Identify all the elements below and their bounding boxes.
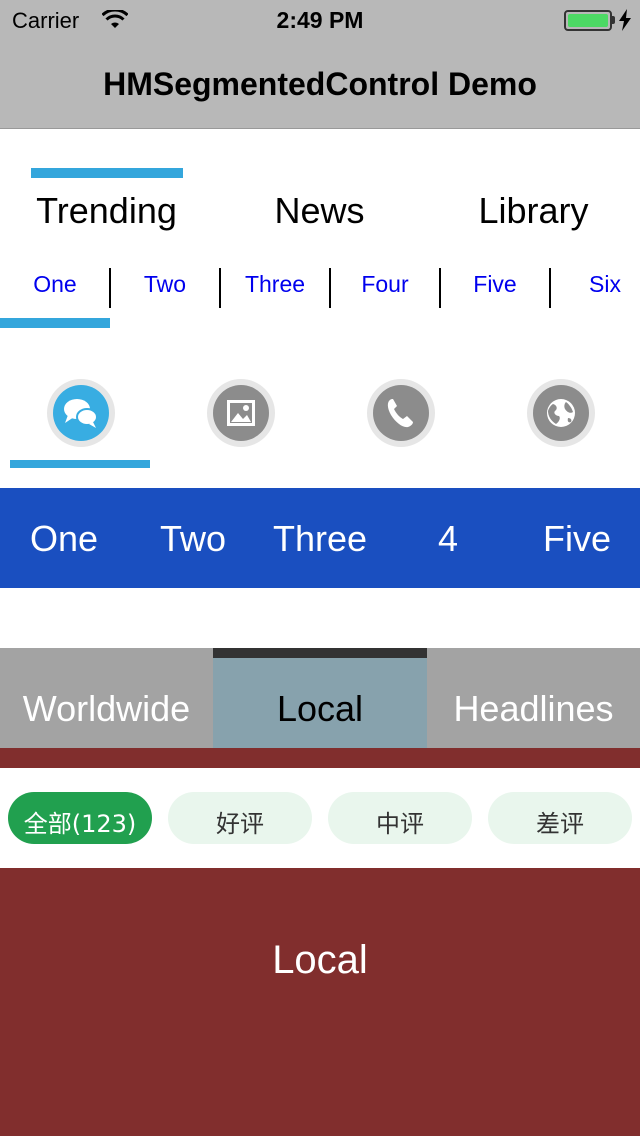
filter-positive-button[interactable]: 好评 (168, 792, 312, 844)
segment-five[interactable]: Five (440, 268, 550, 308)
segment-phone[interactable] (366, 378, 436, 448)
segment-globe[interactable] (526, 378, 596, 448)
navigation-bar: HMSegmentedControl Demo (0, 40, 640, 129)
segment-two[interactable]: Two (110, 268, 220, 308)
segment-one[interactable]: One (0, 518, 128, 559)
filter-all-button[interactable]: 全部(123) (8, 792, 152, 844)
segment-one[interactable]: One (0, 268, 110, 308)
segment-six[interactable]: Six (550, 268, 640, 308)
content-page[interactable]: Local (0, 868, 640, 1136)
filter-negative-button[interactable]: 差评 (488, 792, 632, 844)
segmented-control-gray: Worldwide Local Headlines (0, 648, 640, 748)
page-title: HMSegmentedControl Demo (103, 66, 537, 102)
segmented-control-blue: One Two Three 4 Five (0, 488, 640, 588)
filter-neutral-button[interactable]: 中评 (328, 792, 472, 844)
segment-headlines[interactable]: Headlines (427, 648, 640, 748)
segment5-selection-indicator (213, 648, 427, 658)
segment-three[interactable]: Three (220, 268, 330, 308)
segment-news[interactable]: News (213, 190, 426, 240)
status-bar: Carrier 2:49 PM (0, 0, 640, 40)
page-label: Local (272, 938, 368, 982)
battery-tip (612, 16, 615, 24)
segment-four[interactable]: Four (330, 268, 440, 308)
status-time: 2:49 PM (276, 7, 364, 33)
segment-four[interactable]: 4 (384, 518, 512, 559)
segment3-selection-indicator (10, 460, 150, 468)
segment-chat[interactable] (46, 378, 116, 448)
battery-icon (564, 10, 612, 31)
phone-icon (367, 379, 435, 447)
segment2-selection-indicator (0, 318, 110, 328)
segment-three[interactable]: Three (256, 518, 384, 559)
segment-local[interactable]: Local (213, 648, 427, 748)
segment-library[interactable]: Library (427, 190, 640, 240)
charging-icon (619, 9, 631, 31)
segment-five[interactable]: Five (513, 518, 640, 559)
segment1-selection-indicator (31, 168, 183, 178)
segment-worldwide[interactable]: Worldwide (0, 648, 213, 748)
filter-bar: 全部(123) 好评 中评 差评 (0, 768, 640, 868)
chat-icon (47, 379, 115, 447)
segment-trending[interactable]: Trending (0, 190, 213, 240)
image-icon (207, 379, 275, 447)
segment-image[interactable] (206, 378, 276, 448)
page-strip (0, 748, 640, 768)
segment-two[interactable]: Two (129, 518, 257, 559)
globe-icon (527, 379, 595, 447)
